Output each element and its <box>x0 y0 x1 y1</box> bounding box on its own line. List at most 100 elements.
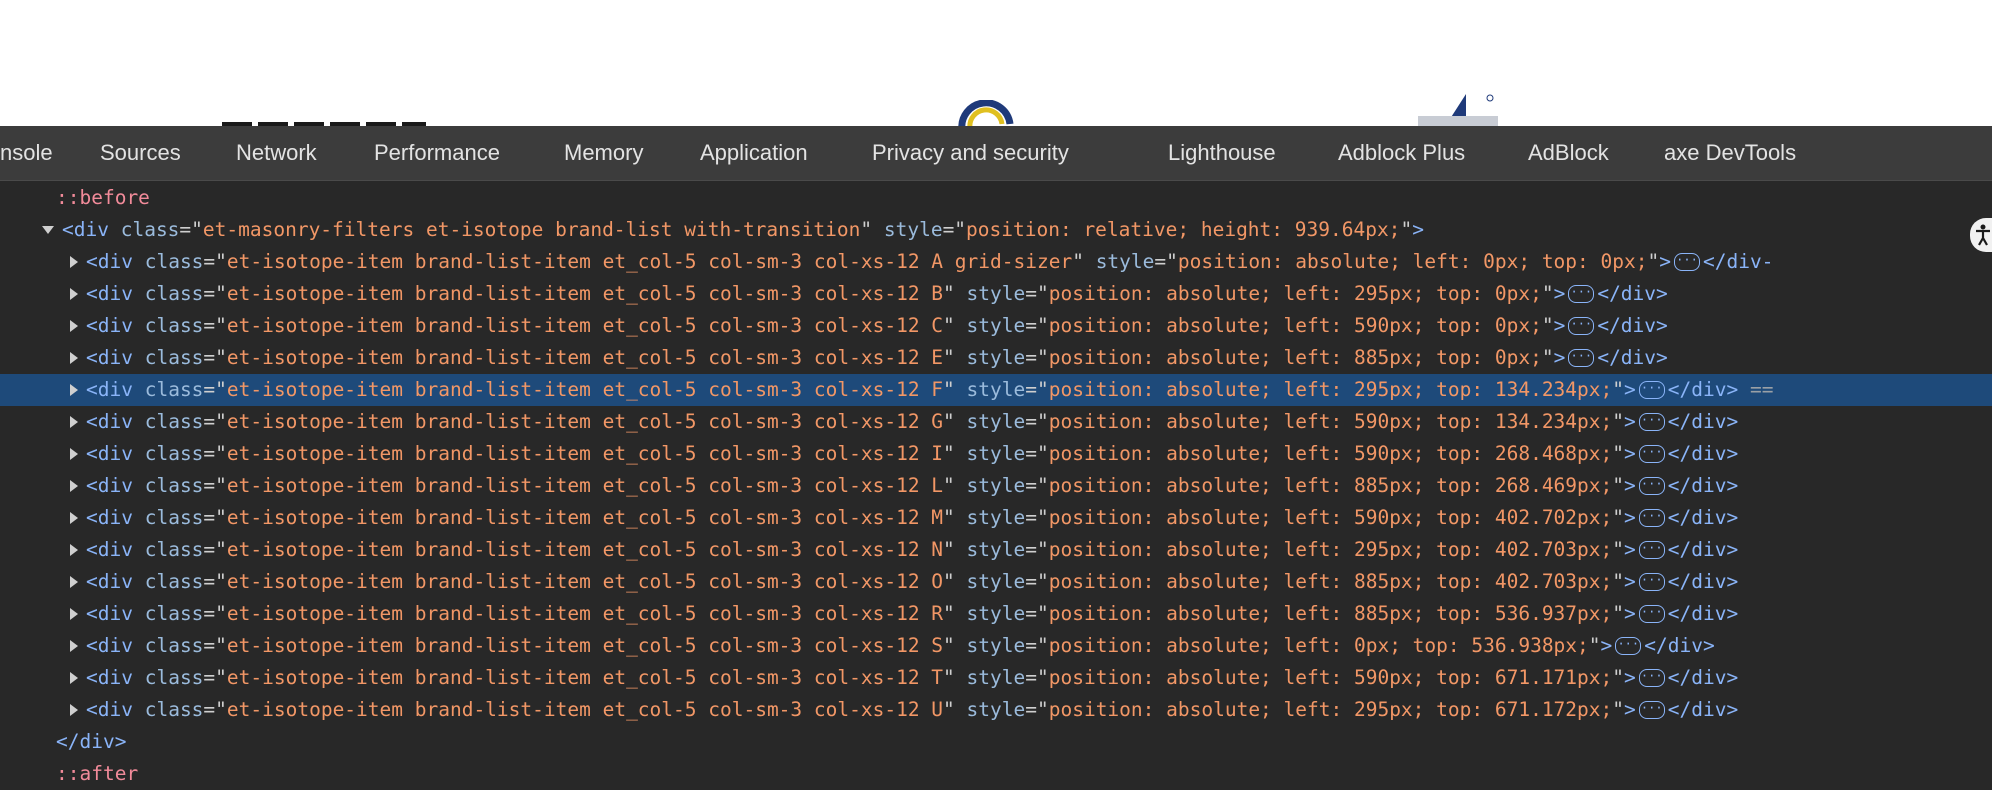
attr-value-style: position: absolute; left: 590px; top: 40… <box>1048 506 1613 529</box>
child-div-row[interactable]: <div class="et-isotope-item brand-list-i… <box>0 598 1992 630</box>
expand-triangle-icon[interactable] <box>70 480 78 492</box>
child-div-row[interactable]: <div class="et-isotope-item brand-list-i… <box>0 566 1992 598</box>
open-tag: <div <box>86 698 133 721</box>
child-div-row[interactable]: <div class="et-isotope-item brand-list-i… <box>0 694 1992 726</box>
expand-triangle-icon[interactable] <box>70 608 78 620</box>
expand-triangle-icon[interactable] <box>70 704 78 716</box>
collapsed-content-ellipsis-icon[interactable]: ··· <box>1638 540 1665 559</box>
child-div-row[interactable]: <div class="et-isotope-item brand-list-i… <box>0 310 1992 342</box>
child-div-code: <div class="et-isotope-item brand-list-i… <box>86 474 1739 497</box>
collapsed-content-ellipsis-icon[interactable]: ··· <box>1638 700 1665 719</box>
attr-value-class: et-isotope-item brand-list-item et_col-5… <box>226 474 944 497</box>
pseudo-before-row[interactable]: ::before <box>0 182 1992 214</box>
tab-memory[interactable]: Memory <box>564 126 643 180</box>
elements-dom-tree[interactable]: ::before <div class="et-masonry-filters … <box>0 182 1992 790</box>
brand-logo-right[interactable] <box>1418 92 1498 126</box>
collapsed-content-ellipsis-icon[interactable]: ··· <box>1638 444 1665 463</box>
attr-name-class: class <box>144 282 204 305</box>
expand-triangle-icon[interactable] <box>70 576 78 588</box>
open-tag-end: > <box>1624 378 1636 401</box>
close-tag: </div> <box>1667 570 1739 593</box>
selected-node-marker: == <box>1749 378 1774 401</box>
child-div-row[interactable]: <div class="et-isotope-item brand-list-i… <box>0 502 1992 534</box>
collapsed-content-ellipsis-icon[interactable]: ··· <box>1615 636 1642 655</box>
expand-triangle-icon[interactable] <box>70 640 78 652</box>
collapsed-content-ellipsis-icon[interactable]: ··· <box>1638 476 1665 495</box>
collapse-triangle-icon[interactable] <box>42 226 54 234</box>
expand-triangle-icon[interactable] <box>70 512 78 524</box>
collapsed-content-ellipsis-icon[interactable]: ··· <box>1638 412 1665 431</box>
expand-triangle-icon[interactable] <box>70 544 78 556</box>
parent-div-row[interactable]: <div class="et-masonry-filters et-isotop… <box>0 214 1992 246</box>
pseudo-after-row[interactable]: ::after <box>0 758 1992 790</box>
attr-name-class: class <box>144 634 204 657</box>
brand-logo-center[interactable] <box>958 99 1014 126</box>
collapsed-content-ellipsis-icon[interactable]: ··· <box>1638 508 1665 527</box>
collapsed-content-ellipsis-icon[interactable]: ··· <box>1638 380 1665 399</box>
tab-privacy-and-security[interactable]: Privacy and security <box>872 126 1069 180</box>
attr-name-style: style <box>966 346 1026 369</box>
open-tag: <div <box>86 282 133 305</box>
collapsed-content-ellipsis-icon[interactable]: ··· <box>1568 284 1595 303</box>
collapsed-content-ellipsis-icon[interactable]: ··· <box>1638 668 1665 687</box>
collapsed-content-ellipsis-icon[interactable]: ··· <box>1638 604 1665 623</box>
tab-adblock-plus[interactable]: Adblock Plus <box>1338 126 1465 180</box>
close-tag: </div> <box>1597 282 1668 305</box>
child-div-row[interactable]: <div class="et-isotope-item brand-list-i… <box>0 534 1992 566</box>
attr-value-class: et-isotope-item brand-list-item et_col-5… <box>226 698 944 721</box>
tab-console[interactable]: nsole <box>0 126 53 180</box>
tab-axe-devtools[interactable]: axe DevTools <box>1664 126 1796 180</box>
child-div-row[interactable]: <div class="et-isotope-item brand-list-i… <box>0 342 1992 374</box>
child-div-row[interactable]: <div class="et-isotope-item brand-list-i… <box>0 438 1992 470</box>
attr-name-class: class <box>144 442 204 465</box>
open-tag-end: > <box>1553 346 1566 369</box>
child-div-row[interactable]: <div class="et-isotope-item brand-list-i… <box>0 406 1992 438</box>
child-div-row[interactable]: <div class="et-isotope-item brand-list-i… <box>0 630 1992 662</box>
close-tag: </div> <box>1667 698 1739 721</box>
attr-value-style: position: absolute; left: 885px; top: 26… <box>1048 474 1613 497</box>
devtools-tab-bar: nsole Sources Network Performance Memory… <box>0 126 1992 181</box>
parent-div-code: <div class="et-masonry-filters et-isotop… <box>62 218 1424 241</box>
collapsed-content-ellipsis-icon[interactable]: ··· <box>1568 348 1595 367</box>
expand-triangle-icon[interactable] <box>70 352 78 364</box>
collapsed-content-ellipsis-icon[interactable]: ··· <box>1568 316 1595 335</box>
child-div-row[interactable]: <div class="et-isotope-item brand-list-i… <box>0 374 1992 406</box>
close-tag: </div> <box>1667 410 1739 433</box>
child-div-code: <div class="et-isotope-item brand-list-i… <box>86 634 1715 657</box>
child-div-row[interactable]: <div class="et-isotope-item brand-list-i… <box>0 470 1992 502</box>
brand-logo-left[interactable] <box>222 118 432 126</box>
attr-name-style: style <box>966 282 1026 305</box>
child-div-row[interactable]: <div class="et-isotope-item brand-list-i… <box>0 278 1992 310</box>
expand-triangle-icon[interactable] <box>70 384 78 396</box>
expand-triangle-icon[interactable] <box>70 672 78 684</box>
tab-application[interactable]: Application <box>700 126 808 180</box>
expand-triangle-icon[interactable] <box>70 448 78 460</box>
attr-name-class: class <box>144 602 204 625</box>
parent-div-close-row[interactable]: </div> <box>0 726 1992 758</box>
attr-value-style: position: absolute; left: 590px; top: 13… <box>1048 410 1613 433</box>
attr-value-class: et-isotope-item brand-list-item et_col-5… <box>226 250 1073 273</box>
accessibility-icon[interactable] <box>1970 218 1992 252</box>
child-div-code: <div class="et-isotope-item brand-list-i… <box>86 410 1739 433</box>
child-div-row[interactable]: <div class="et-isotope-item brand-list-i… <box>0 246 1992 278</box>
attr-value-style: position: absolute; left: 885px; top: 0p… <box>1048 346 1542 369</box>
tab-network[interactable]: Network <box>236 126 317 180</box>
collapsed-content-ellipsis-icon[interactable]: ··· <box>1638 572 1665 591</box>
tab-lighthouse[interactable]: Lighthouse <box>1168 126 1276 180</box>
open-tag-end: > <box>1659 250 1671 273</box>
expand-triangle-icon[interactable] <box>70 320 78 332</box>
tab-performance[interactable]: Performance <box>374 126 500 180</box>
open-tag-end: > <box>1624 506 1636 529</box>
attr-value-class: et-isotope-item brand-list-item et_col-5… <box>226 346 944 369</box>
attr-name-style: style <box>966 570 1026 593</box>
expand-triangle-icon[interactable] <box>70 416 78 428</box>
attr-value-style: position: absolute; left: 295px; top: 67… <box>1048 698 1613 721</box>
tab-adblock[interactable]: AdBlock <box>1528 126 1609 180</box>
expand-triangle-icon[interactable] <box>70 256 78 268</box>
attr-value-class: et-isotope-item brand-list-item et_col-5… <box>226 442 944 465</box>
child-div-row[interactable]: <div class="et-isotope-item brand-list-i… <box>0 662 1992 694</box>
child-div-code: <div class="et-isotope-item brand-list-i… <box>86 538 1739 561</box>
tab-sources[interactable]: Sources <box>100 126 181 180</box>
collapsed-content-ellipsis-icon[interactable]: ··· <box>1673 252 1700 271</box>
expand-triangle-icon[interactable] <box>70 288 78 300</box>
